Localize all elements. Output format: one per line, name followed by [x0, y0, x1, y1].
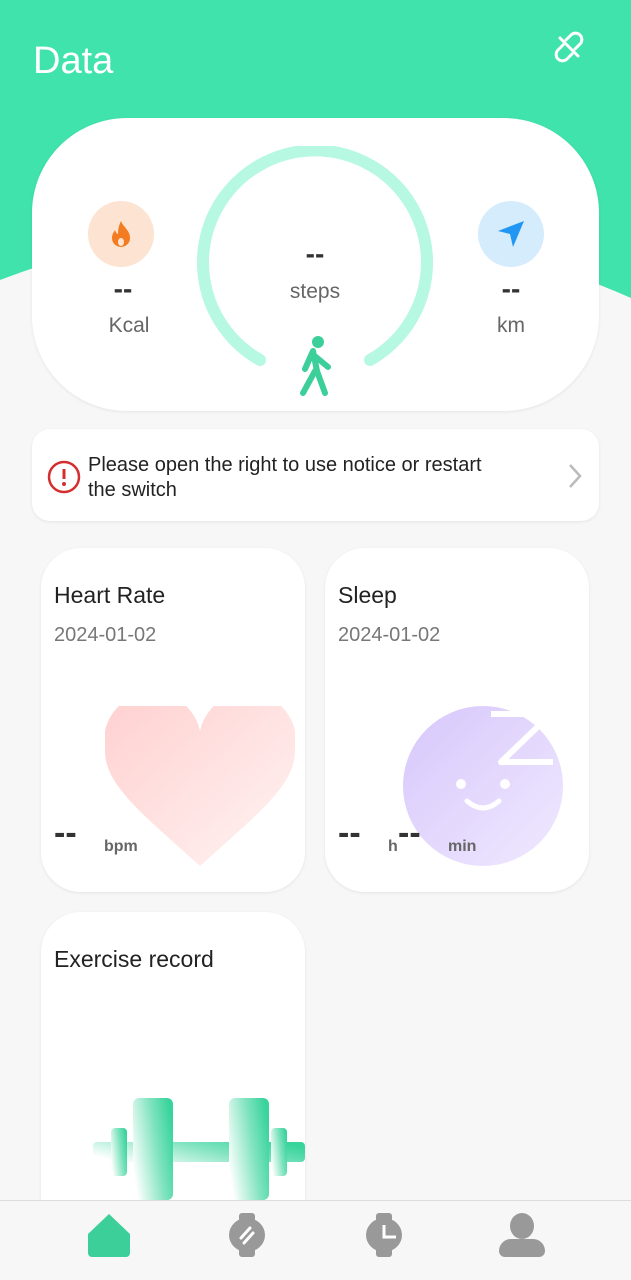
nav-home[interactable] [87, 1213, 131, 1262]
sleep-minutes-unit: min [448, 838, 477, 855]
sleep-date: 2024-01-02 [338, 624, 441, 646]
steps-unit: steps [289, 280, 341, 303]
page-title: Data [33, 40, 114, 82]
watch-icon [229, 1213, 265, 1257]
nav-profile[interactable] [499, 1213, 545, 1262]
distance-unit: km [497, 314, 525, 337]
sleep-hours-value: -- [338, 814, 361, 852]
navigation-arrow-icon [478, 201, 544, 267]
exercise-title: Exercise record [54, 946, 214, 972]
sleep-title: Sleep [338, 582, 397, 608]
heart-rate-date: 2024-01-02 [54, 624, 157, 646]
sleep-minutes-value: -- [398, 814, 421, 852]
permission-notice[interactable]: Please open the right to use notice or r… [32, 429, 599, 521]
steps-value: -- [305, 238, 325, 269]
heart-rate-unit: bpm [104, 838, 138, 855]
sleep-face-icon [403, 706, 563, 871]
nav-device[interactable] [227, 1213, 267, 1262]
calories-value: -- [113, 273, 133, 304]
distance-value: -- [501, 273, 521, 304]
heart-rate-value: -- [54, 814, 77, 852]
notice-text: Please open the right to use notice or r… [88, 454, 482, 501]
activity-summary-card[interactable]: -- Kcal -- steps -- km [32, 118, 599, 411]
nav-watch-face[interactable] [364, 1213, 404, 1262]
home-icon [88, 1214, 130, 1257]
exercise-record-card[interactable]: Exercise record [41, 912, 305, 1200]
alert-icon [47, 460, 81, 499]
profile-icon [499, 1213, 545, 1257]
sleep-hours-unit: h [388, 838, 398, 855]
bottom-nav [0, 1200, 631, 1280]
chevron-right-icon [568, 463, 582, 494]
flame-icon [88, 201, 154, 267]
heart-rate-title: Heart Rate [54, 582, 166, 608]
heart-rate-card[interactable]: Heart Rate 2024-01-02 -- bpm [41, 548, 305, 892]
unlink-icon[interactable] [552, 30, 586, 69]
watch-clock-icon [366, 1213, 402, 1257]
dumbbell-icon [93, 1098, 305, 1205]
sleep-card[interactable]: Sleep 2024-01-02 -- h -- min [325, 548, 589, 892]
calories-unit: Kcal [108, 314, 150, 337]
walking-icon [293, 335, 337, 408]
